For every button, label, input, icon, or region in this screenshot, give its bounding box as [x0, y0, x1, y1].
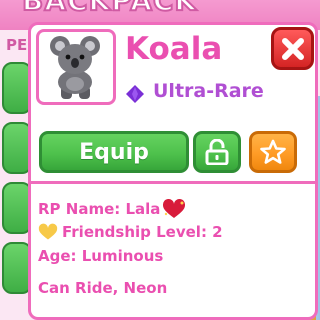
equip-button[interactable]: Equip	[39, 131, 189, 173]
backpack-title: BACKPACK	[21, 0, 198, 18]
pet-name: Koala	[125, 31, 223, 67]
rarity-diamond-icon	[126, 85, 144, 103]
rp-name-text: RP Name: Lala	[38, 200, 161, 218]
star-outline-icon	[260, 139, 286, 164]
age-row: Age: Luminous	[38, 247, 163, 265]
close-button[interactable]	[271, 27, 314, 70]
favorite-button[interactable]	[249, 131, 297, 173]
close-x-icon	[281, 37, 304, 60]
friendship-level-text: Friendship Level: 2	[62, 223, 223, 241]
traits-text: Can Ride, Neon	[38, 279, 168, 297]
pet-image-frame	[36, 29, 116, 105]
lock-button[interactable]	[193, 131, 241, 173]
yellow-heart-icon	[38, 223, 58, 240]
koala-pet-icon	[50, 36, 100, 99]
unlocked-padlock-icon	[205, 139, 229, 165]
backpack-tab-label[interactable]: PE	[6, 36, 27, 54]
age-text: Age: Luminous	[38, 247, 164, 265]
friendship-row: Friendship Level: 2	[38, 223, 223, 241]
card-divider	[31, 181, 315, 184]
traits-row: Can Ride, Neon	[38, 279, 167, 297]
rp-name-row: RP Name: Lala	[38, 199, 186, 219]
rarity-label: Ultra-Rare	[153, 80, 264, 102]
pet-info-card: Koala Ultra-Rare Equip RP Name: Lala Fri…	[28, 22, 318, 320]
red-heart-icon	[163, 199, 186, 218]
